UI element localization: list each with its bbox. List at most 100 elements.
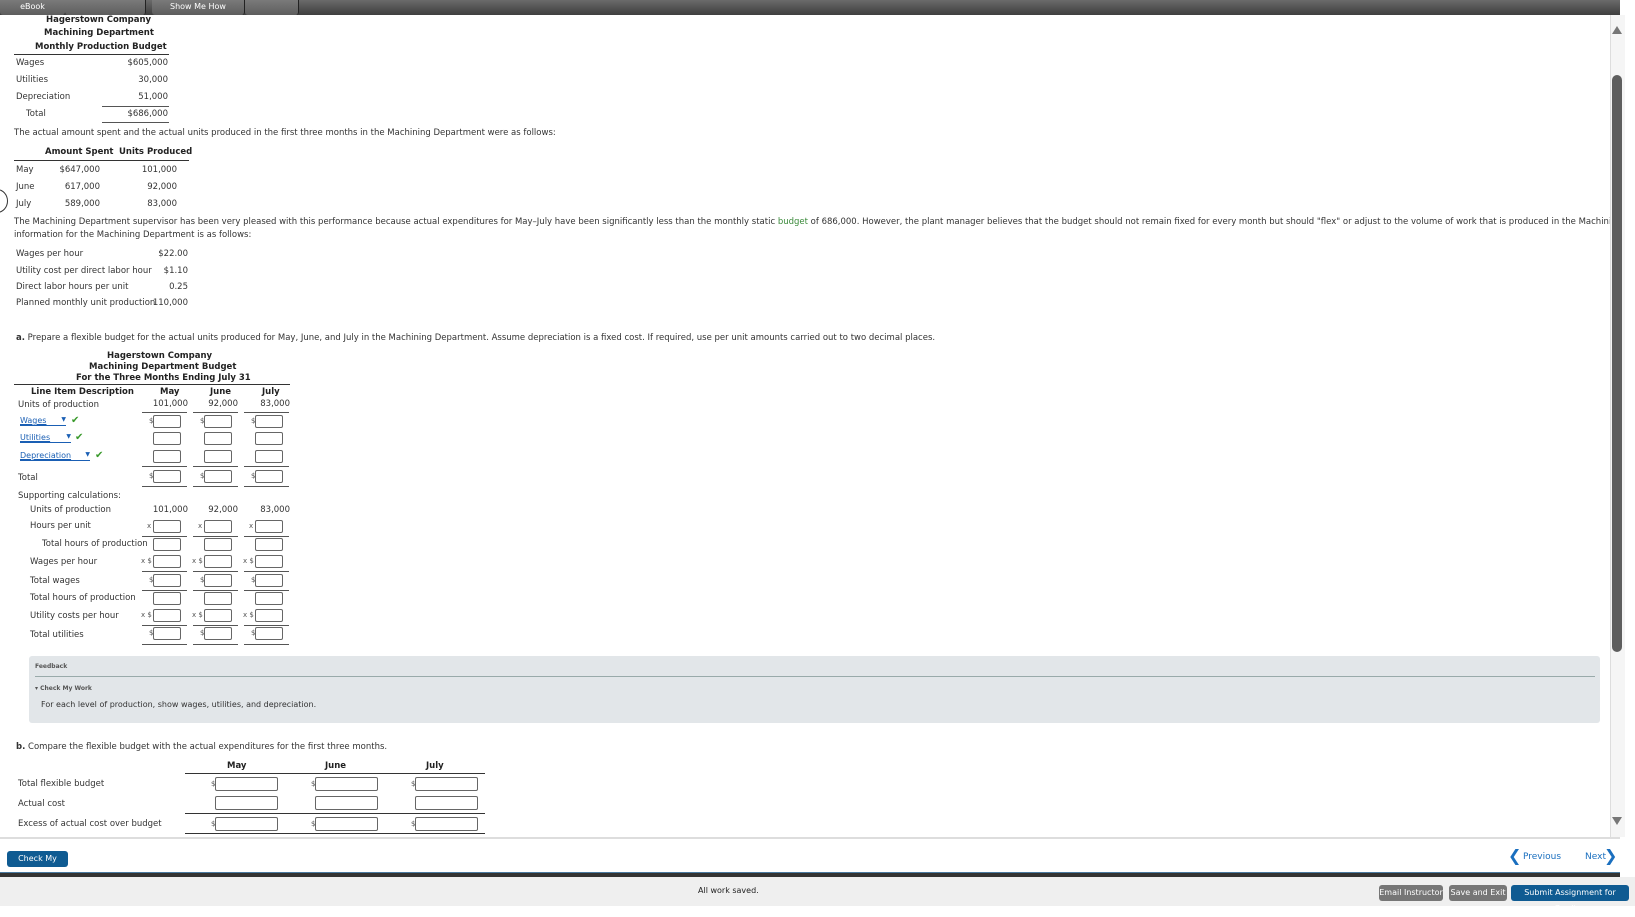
toolbar-blank-button[interactable] bbox=[65, 0, 146, 15]
flex-budget-june-input[interactable] bbox=[315, 777, 378, 791]
actual-cost-july-input[interactable] bbox=[415, 796, 478, 810]
utilities-july-input[interactable] bbox=[255, 432, 283, 445]
divider bbox=[244, 486, 289, 487]
next-link[interactable]: Next bbox=[1585, 852, 1606, 862]
wages-july-input[interactable] bbox=[255, 415, 283, 428]
submit-assignment-button[interactable]: Submit Assignment for Grading bbox=[1511, 885, 1629, 913]
static-row-value: 30,000 bbox=[138, 75, 168, 85]
total-wages-july-input[interactable] bbox=[255, 574, 283, 587]
units-may: 101,000 bbox=[152, 399, 188, 409]
previous-link[interactable]: Previous bbox=[1523, 852, 1561, 862]
scroll-down-icon[interactable] bbox=[1612, 817, 1622, 825]
total-hours-2-july-input[interactable] bbox=[255, 592, 283, 605]
flex-period: For the Three Months Ending July 31 bbox=[76, 373, 251, 383]
total-july-input[interactable] bbox=[255, 470, 283, 483]
email-instructor-button[interactable]: Email Instructor bbox=[1379, 885, 1443, 901]
show-me-how-button[interactable]: Show Me How bbox=[152, 0, 245, 15]
line-item-select-wages[interactable]: Wages ▼ bbox=[20, 416, 66, 426]
hours-per-unit-june-input[interactable] bbox=[204, 520, 232, 533]
navigation-bar: Check My Work ❮ Previous Next ❯ bbox=[0, 837, 1620, 879]
wages-per-hour-june-input[interactable] bbox=[204, 555, 232, 568]
line-item-select-depreciation[interactable]: Depreciation ▼ bbox=[20, 451, 90, 461]
part-b-text: Compare the flexible budget with the act… bbox=[28, 742, 388, 752]
wages-may-input[interactable] bbox=[153, 415, 181, 428]
total-wages-june-input[interactable] bbox=[204, 574, 232, 587]
depreciation-june-input[interactable] bbox=[204, 450, 232, 463]
chevron-left-icon[interactable]: ❮ bbox=[1508, 846, 1521, 865]
total-hours-june-input[interactable] bbox=[204, 538, 232, 551]
excess-july-input[interactable] bbox=[415, 817, 478, 831]
budget-glossary-link[interactable]: budget bbox=[778, 217, 808, 227]
times-dollar-sign: x $ bbox=[243, 611, 254, 619]
divider bbox=[185, 773, 485, 774]
checkmark-icon: ✔ bbox=[95, 450, 104, 461]
check-my-work-toggle[interactable]: ▾ Check My Work bbox=[35, 685, 92, 692]
toolbar-blank-button-2[interactable] bbox=[245, 0, 299, 15]
wages-june-input[interactable] bbox=[204, 415, 232, 428]
paragraph-line2: information for the Machining Department… bbox=[14, 230, 252, 240]
total-hours-may-input[interactable] bbox=[153, 538, 181, 551]
divider bbox=[244, 625, 289, 626]
divider bbox=[102, 106, 169, 107]
total-hours-label-2: Total hours of production bbox=[30, 593, 136, 603]
total-hours-2-may-input[interactable] bbox=[153, 592, 181, 605]
divider bbox=[142, 590, 187, 591]
depreciation-july-input[interactable] bbox=[255, 450, 283, 463]
total-utilities-june-input[interactable] bbox=[204, 627, 232, 640]
total-may-input[interactable] bbox=[153, 470, 181, 483]
actual-cost-may-input[interactable] bbox=[215, 796, 278, 810]
feedback-title: Feedback bbox=[35, 663, 68, 670]
chevron-right-icon[interactable]: ❯ bbox=[1604, 846, 1617, 865]
static-total-value: $686,000 bbox=[127, 109, 168, 119]
utility-per-hour-may-input[interactable] bbox=[153, 609, 181, 622]
utilities-may-input[interactable] bbox=[153, 432, 181, 445]
times-dollar-sign: x $ bbox=[141, 557, 152, 565]
flex-title: Machining Department Budget bbox=[89, 362, 237, 372]
static-row-value: 51,000 bbox=[138, 92, 168, 102]
units-of-production-label: Units of production bbox=[18, 400, 99, 410]
scrollbar-thumb[interactable] bbox=[1612, 75, 1622, 652]
hours-per-unit-july-input[interactable] bbox=[255, 520, 283, 533]
total-wages-may-input[interactable] bbox=[153, 574, 181, 587]
divider bbox=[142, 625, 187, 626]
flex-budget-may-input[interactable] bbox=[215, 777, 278, 791]
divider bbox=[142, 536, 187, 537]
depreciation-may-input[interactable] bbox=[153, 450, 181, 463]
total-june-input[interactable] bbox=[204, 470, 232, 483]
divider bbox=[244, 466, 289, 467]
total-utilities-july-input[interactable] bbox=[255, 627, 283, 640]
part-b-row-label: Excess of actual cost over budget bbox=[18, 819, 162, 829]
divider bbox=[193, 466, 238, 467]
utility-per-hour-july-input[interactable] bbox=[255, 609, 283, 622]
actual-cost-june-input[interactable] bbox=[315, 796, 378, 810]
ebook-button[interactable]: eBook bbox=[0, 0, 66, 15]
excess-may-input[interactable] bbox=[215, 817, 278, 831]
part-b-header-may: May bbox=[227, 761, 247, 771]
check-my-work-button[interactable]: Check My Work bbox=[7, 851, 68, 879]
total-hours-2-june-input[interactable] bbox=[204, 592, 232, 605]
flex-budget-july-input[interactable] bbox=[415, 777, 478, 791]
actual-units: 92,000 bbox=[147, 182, 177, 192]
divider bbox=[14, 54, 169, 55]
select-value: Utilities bbox=[20, 433, 51, 442]
hours-per-unit-may-input[interactable] bbox=[153, 520, 181, 533]
excess-june-input[interactable] bbox=[315, 817, 378, 831]
total-utilities-may-input[interactable] bbox=[153, 627, 181, 640]
support-units-june: 92,000 bbox=[208, 505, 238, 515]
divider bbox=[244, 590, 289, 591]
wages-per-hour-july-input[interactable] bbox=[255, 555, 283, 568]
times-dollar-sign: x $ bbox=[243, 557, 254, 565]
support-units-july: 83,000 bbox=[260, 505, 290, 515]
utility-per-hour-june-input[interactable] bbox=[204, 609, 232, 622]
part-b-instruction: b. Compare the flexible budget with the … bbox=[16, 742, 387, 752]
save-and-exit-button[interactable]: Save and Exit bbox=[1449, 885, 1507, 901]
total-hours-july-input[interactable] bbox=[255, 538, 283, 551]
col-header-line-item: Line Item Description bbox=[31, 387, 134, 397]
line-item-select-utilities[interactable]: Utilities ▼ bbox=[20, 433, 71, 443]
top-toolbar: eBook Show Me How bbox=[0, 0, 1620, 15]
scroll-up-icon[interactable] bbox=[1612, 26, 1622, 34]
units-june: 92,000 bbox=[208, 399, 238, 409]
total-utilities-label: Total utilities bbox=[30, 630, 84, 640]
wages-per-hour-may-input[interactable] bbox=[153, 555, 181, 568]
utilities-june-input[interactable] bbox=[204, 432, 232, 445]
